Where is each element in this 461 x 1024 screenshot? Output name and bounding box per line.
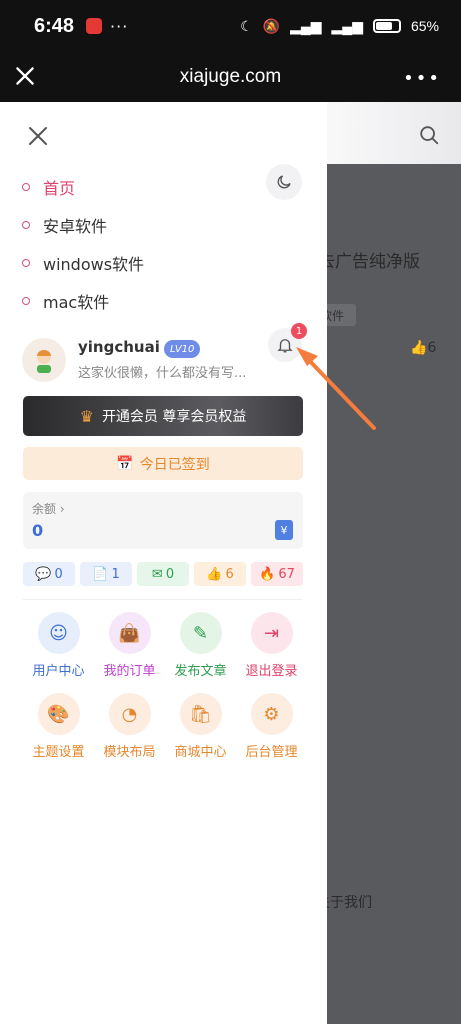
- url-title: xiajuge.com: [179, 66, 282, 87]
- close-drawer-icon[interactable]: [26, 124, 50, 148]
- wallet-icon[interactable]: ¥: [275, 520, 293, 540]
- notification-count-badge: 1: [291, 323, 307, 339]
- pie-chart-icon: ◔: [108, 693, 151, 735]
- stat-fire[interactable]: 🔥 67: [251, 562, 303, 586]
- balance-value: 0: [32, 521, 44, 540]
- status-bar: 6:48 ··· ☾ 🔕 ▂▄▆ ▂▄▆ 65%: [0, 0, 461, 52]
- action-user-badge[interactable]: ☺ 用户中心: [23, 612, 94, 679]
- calendar-check-icon: 📅: [116, 455, 134, 472]
- bullet-icon: [22, 259, 30, 267]
- action-pie-chart[interactable]: ◔ 模块布局: [94, 693, 165, 760]
- menu-item-android[interactable]: 安卓软件: [22, 206, 144, 244]
- username[interactable]: yingchuai: [78, 338, 160, 356]
- thumbs-up-icon: 👍: [206, 566, 223, 582]
- edit-icon: ✎: [179, 612, 222, 654]
- battery-icon: [372, 19, 401, 33]
- signal-icon: ▂▄▆: [290, 17, 322, 34]
- chevron-right-icon: ›: [59, 502, 65, 516]
- stats-row: 💬 0 📄 1 ✉ 0 👍 6 🔥 67: [23, 562, 303, 586]
- browser-toolbar: xiajuge.com •••: [0, 52, 461, 102]
- stat-comment[interactable]: 💬 0: [23, 562, 75, 586]
- close-icon[interactable]: [12, 63, 38, 89]
- palette-icon: 🎨: [37, 693, 80, 735]
- balance-card[interactable]: 余额 › 0 ¥: [23, 492, 303, 549]
- logout-icon: ⇥: [250, 612, 293, 654]
- action-edit[interactable]: ✎ 发布文章: [165, 612, 236, 679]
- menu-item-windows[interactable]: windows软件: [22, 244, 144, 282]
- side-drawer: 首页 安卓软件 windows软件 mac软件 yingchuai LV10 这…: [0, 102, 327, 1024]
- background-likes: 👍6: [410, 340, 437, 356]
- gear-icon: ⚙: [250, 693, 293, 735]
- menu-item-home[interactable]: 首页: [22, 168, 144, 206]
- user-badge-icon: ☺: [37, 612, 80, 654]
- action-grid: ☺ 用户中心 👜 我的订单 ✎ 发布文章 ⇥ 退出登录 🎨 主题设置 ◔ 模块布局 🛍 商城中心 ⚙ 后台管理: [23, 612, 307, 760]
- stat-message[interactable]: ✉ 0: [137, 562, 189, 586]
- action-shopping-bag[interactable]: 🛍 商城中心: [165, 693, 236, 760]
- balance-label: 余额 ›: [32, 502, 65, 516]
- thumbs-up-icon: 👍: [410, 340, 428, 356]
- bell-icon: [277, 339, 293, 353]
- more-notifications-icon: ···: [110, 16, 129, 36]
- divider: [23, 599, 303, 600]
- action-bag[interactable]: 👜 我的订单: [94, 612, 165, 679]
- nav-menu: 首页 安卓软件 windows软件 mac软件: [22, 168, 144, 320]
- fire-icon: 🔥: [259, 566, 276, 582]
- action-logout[interactable]: ⇥ 退出登录: [236, 612, 307, 679]
- user-bio: 这家伙很懒，什么都没有写...: [78, 366, 247, 381]
- comment-icon: 💬: [35, 566, 52, 582]
- document-icon: 📄: [92, 566, 109, 582]
- bullet-icon: [22, 297, 30, 305]
- stat-document[interactable]: 📄 1: [80, 562, 132, 586]
- moon-icon: ☾: [240, 17, 253, 34]
- signed-in-button[interactable]: 📅 今日已签到: [23, 447, 303, 480]
- vip-button[interactable]: ♛ 开通会员 尊享会员权益: [23, 396, 303, 436]
- action-palette[interactable]: 🎨 主题设置: [23, 693, 94, 760]
- stat-thumbs-up[interactable]: 👍 6: [194, 562, 246, 586]
- dark-mode-toggle[interactable]: [266, 164, 302, 200]
- search-icon[interactable]: [418, 124, 440, 146]
- battery-level: 65%: [410, 18, 439, 34]
- signal-icon-2: ▂▄▆: [331, 17, 363, 34]
- moon-icon: [277, 175, 291, 189]
- avatar[interactable]: [22, 338, 66, 382]
- avatar-icon: [37, 350, 51, 373]
- status-time: 6:48: [34, 14, 75, 37]
- background-headline: 去广告纯净版: [318, 252, 420, 272]
- mute-icon: 🔕: [262, 17, 281, 34]
- app-notification-icon: [86, 18, 103, 34]
- level-badge: LV10: [164, 340, 201, 358]
- notification-button[interactable]: 1: [268, 323, 307, 362]
- bullet-icon: [22, 183, 30, 191]
- crown-icon: ♛: [79, 406, 94, 426]
- menu-item-mac[interactable]: mac软件: [22, 282, 144, 320]
- bullet-icon: [22, 221, 30, 229]
- action-gear[interactable]: ⚙ 后台管理: [236, 693, 307, 760]
- more-options-icon[interactable]: •••: [403, 68, 441, 89]
- bag-icon: 👜: [108, 612, 151, 654]
- shopping-bag-icon: 🛍: [179, 693, 222, 735]
- message-icon: ✉: [151, 566, 163, 582]
